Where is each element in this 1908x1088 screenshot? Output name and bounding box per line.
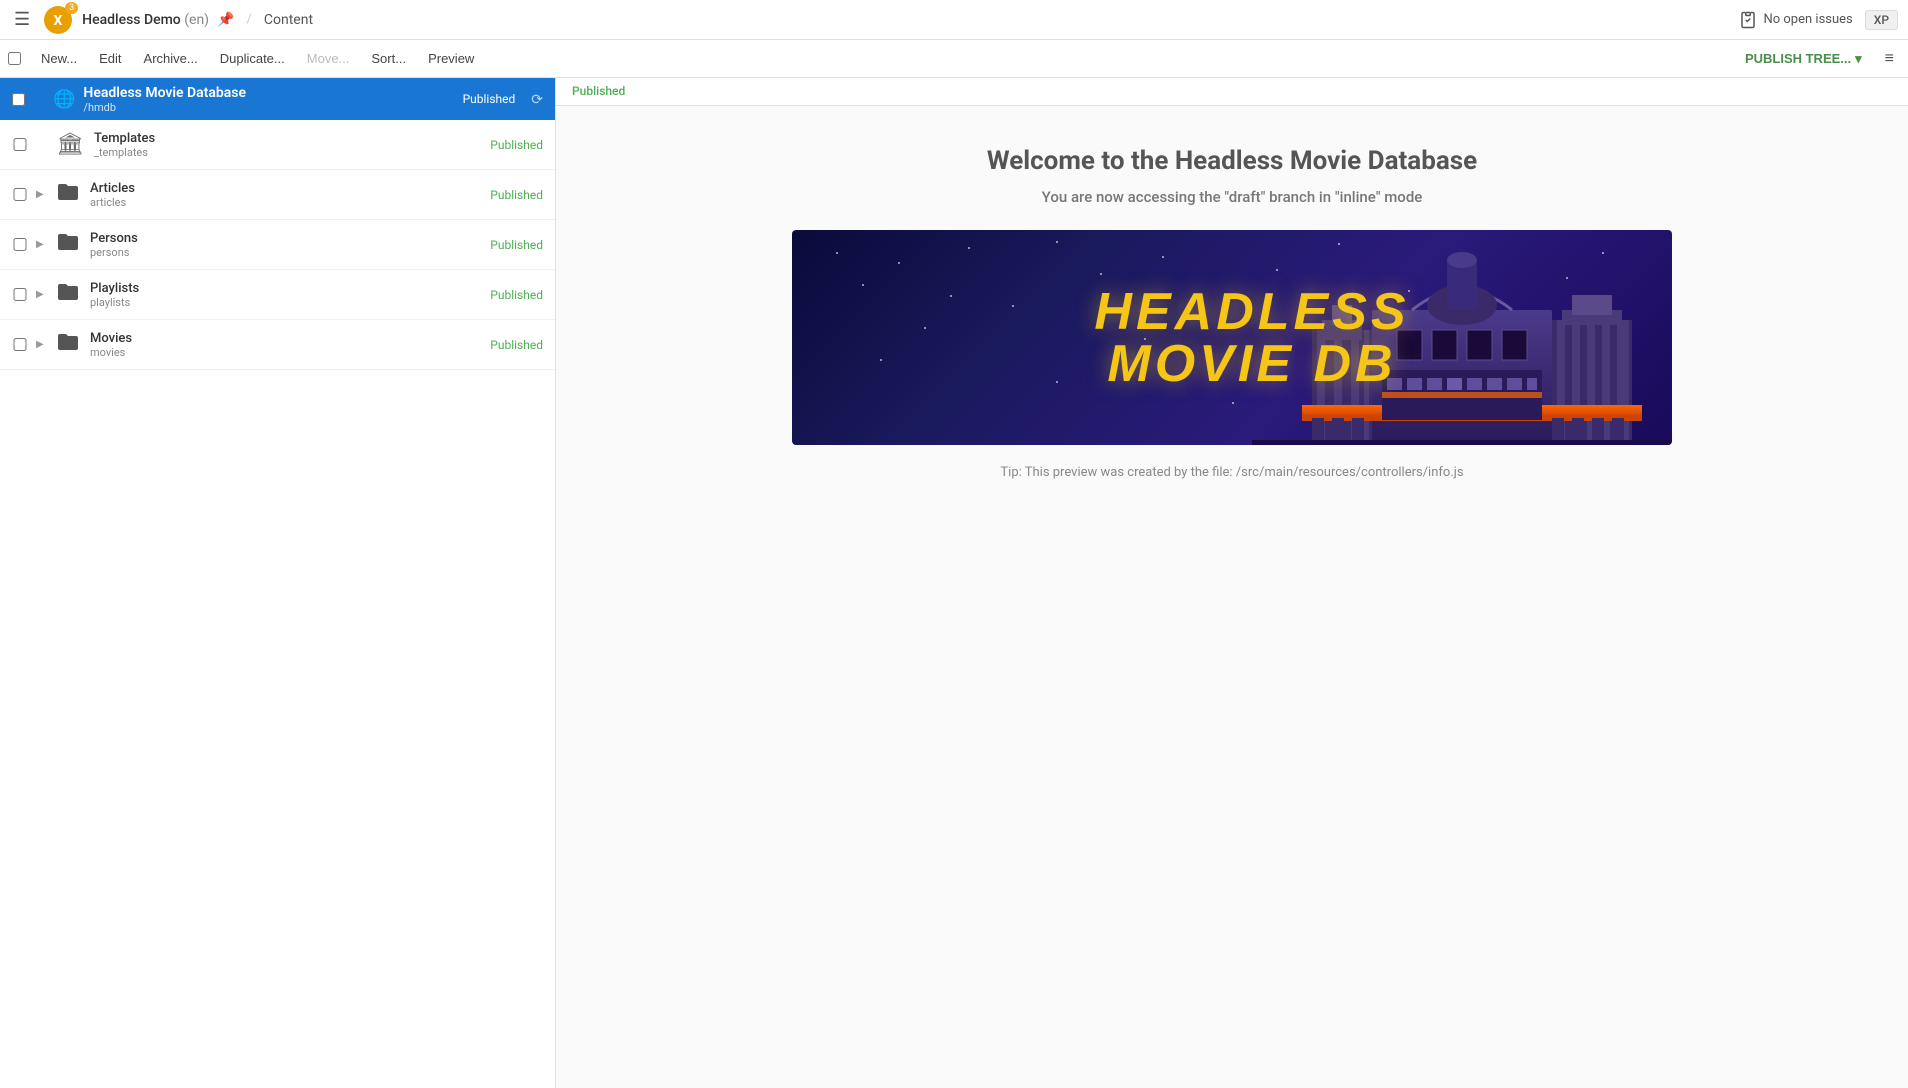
publish-tree-button[interactable]: PUBLISH TREE... ▾ xyxy=(1734,45,1873,73)
action-toolbar: New... Edit Archive... Duplicate... Move… xyxy=(0,40,1908,78)
playlists-folder-icon xyxy=(56,280,80,310)
sidebar-item-articles[interactable]: ▶ Articles articles Published xyxy=(0,170,555,220)
movies-checkbox[interactable] xyxy=(12,338,28,351)
svg-text:X: X xyxy=(54,13,63,29)
tip-text: Tip: This preview was created by the fil… xyxy=(1000,465,1463,480)
welcome-title: Welcome to the Headless Movie Database xyxy=(987,146,1477,176)
hero-banner: HEADLESS MOVIE DB xyxy=(792,230,1672,445)
hero-title-line2: MOVIE DB xyxy=(1094,338,1409,390)
sidebar-item-playlists[interactable]: ▶ Playlists playlists Published xyxy=(0,270,555,320)
select-all-checkbox[interactable] xyxy=(8,52,21,65)
move-button: Move... xyxy=(297,45,360,72)
app-logo: X 3 xyxy=(42,4,74,36)
persons-expand[interactable]: ▶ xyxy=(36,239,52,250)
persons-title: Persons xyxy=(90,231,490,246)
sidebar-root-item[interactable]: 🌐 Headless Movie Database /hmdb Publishe… xyxy=(0,78,555,120)
persons-checkbox[interactable] xyxy=(12,238,28,251)
movies-status: Published xyxy=(490,338,543,352)
persons-sub: persons xyxy=(90,246,490,259)
new-button[interactable]: New... xyxy=(31,45,87,72)
templates-info: Templates _templates xyxy=(94,131,490,159)
playlists-info: Playlists playlists xyxy=(90,281,490,309)
edit-button[interactable]: Edit xyxy=(89,45,131,72)
hero-title-line1: HEADLESS xyxy=(1094,286,1409,338)
sidebar: 🌐 Headless Movie Database /hmdb Publishe… xyxy=(0,78,556,1088)
articles-sub: articles xyxy=(90,196,490,209)
main-layout: 🌐 Headless Movie Database /hmdb Publishe… xyxy=(0,78,1908,1088)
playlists-checkbox[interactable] xyxy=(12,288,28,301)
temple-icon: 🏛 xyxy=(56,132,84,157)
persons-status: Published xyxy=(490,238,543,252)
no-issues: No open issues xyxy=(1739,11,1852,29)
articles-checkbox[interactable] xyxy=(12,188,28,201)
globe-icon: 🌐 xyxy=(53,89,75,110)
articles-info: Articles articles xyxy=(90,181,490,209)
articles-expand[interactable]: ▶ xyxy=(36,189,52,200)
welcome-subtitle: You are now accessing the "draft" branch… xyxy=(1042,188,1423,206)
content-status-bar: Published xyxy=(556,78,1908,106)
hamburger-button[interactable]: ☰ xyxy=(10,5,34,34)
duplicate-button[interactable]: Duplicate... xyxy=(210,45,295,72)
sidebar-item-movies[interactable]: ▶ Movies movies Published xyxy=(0,320,555,370)
site-name: Headless Demo (en) xyxy=(82,12,209,28)
root-status: Published xyxy=(463,92,516,106)
archive-button[interactable]: Archive... xyxy=(134,45,208,72)
templates-status: Published xyxy=(490,138,543,152)
root-sub: /hmdb xyxy=(83,101,462,114)
movies-title: Movies xyxy=(90,331,490,346)
refresh-button[interactable]: ⟳ xyxy=(531,91,543,108)
articles-folder-icon xyxy=(56,180,80,210)
sort-button[interactable]: Sort... xyxy=(361,45,416,72)
top-nav: ☰ X 3 Headless Demo (en) 📌 / Content No … xyxy=(0,0,1908,40)
playlists-title: Playlists xyxy=(90,281,490,296)
app-badge: 3 xyxy=(65,2,78,14)
root-title: Headless Movie Database xyxy=(83,85,462,101)
list-view-button[interactable]: ≡ xyxy=(1879,44,1900,74)
pin-icon: 📌 xyxy=(217,12,234,28)
articles-status: Published xyxy=(490,188,543,202)
templates-checkbox[interactable] xyxy=(12,138,28,151)
movies-info: Movies movies xyxy=(90,331,490,359)
playlists-sub: playlists xyxy=(90,296,490,309)
xp-badge[interactable]: XP xyxy=(1865,10,1898,30)
movies-sub: movies xyxy=(90,346,490,359)
movies-folder-icon xyxy=(56,330,80,360)
content-link[interactable]: Content xyxy=(264,12,313,28)
playlists-expand[interactable]: ▶ xyxy=(36,289,52,300)
nav-right: No open issues XP xyxy=(1739,10,1898,30)
playlists-status: Published xyxy=(490,288,543,302)
nav-separator: / xyxy=(247,12,252,27)
hero-text-container: HEADLESS MOVIE DB xyxy=(1054,286,1409,390)
content-body: Welcome to the Headless Movie Database Y… xyxy=(556,106,1908,520)
articles-title: Articles xyxy=(90,181,490,196)
sidebar-item-templates[interactable]: 🏛 Templates _templates Published xyxy=(0,120,555,170)
templates-sub: _templates xyxy=(94,146,490,159)
content-panel: Published Welcome to the Headless Movie … xyxy=(556,78,1908,1088)
sidebar-item-persons[interactable]: ▶ Persons persons Published xyxy=(0,220,555,270)
toolbar-right: PUBLISH TREE... ▾ ≡ xyxy=(1734,44,1900,74)
movies-expand[interactable]: ▶ xyxy=(36,339,52,350)
persons-info: Persons persons xyxy=(90,231,490,259)
root-checkbox[interactable] xyxy=(12,93,25,106)
persons-folder-icon xyxy=(56,230,80,260)
clipboard-icon xyxy=(1739,11,1757,29)
status-published-label: Published xyxy=(572,84,625,98)
preview-button[interactable]: Preview xyxy=(418,45,484,72)
templates-title: Templates xyxy=(94,131,490,146)
